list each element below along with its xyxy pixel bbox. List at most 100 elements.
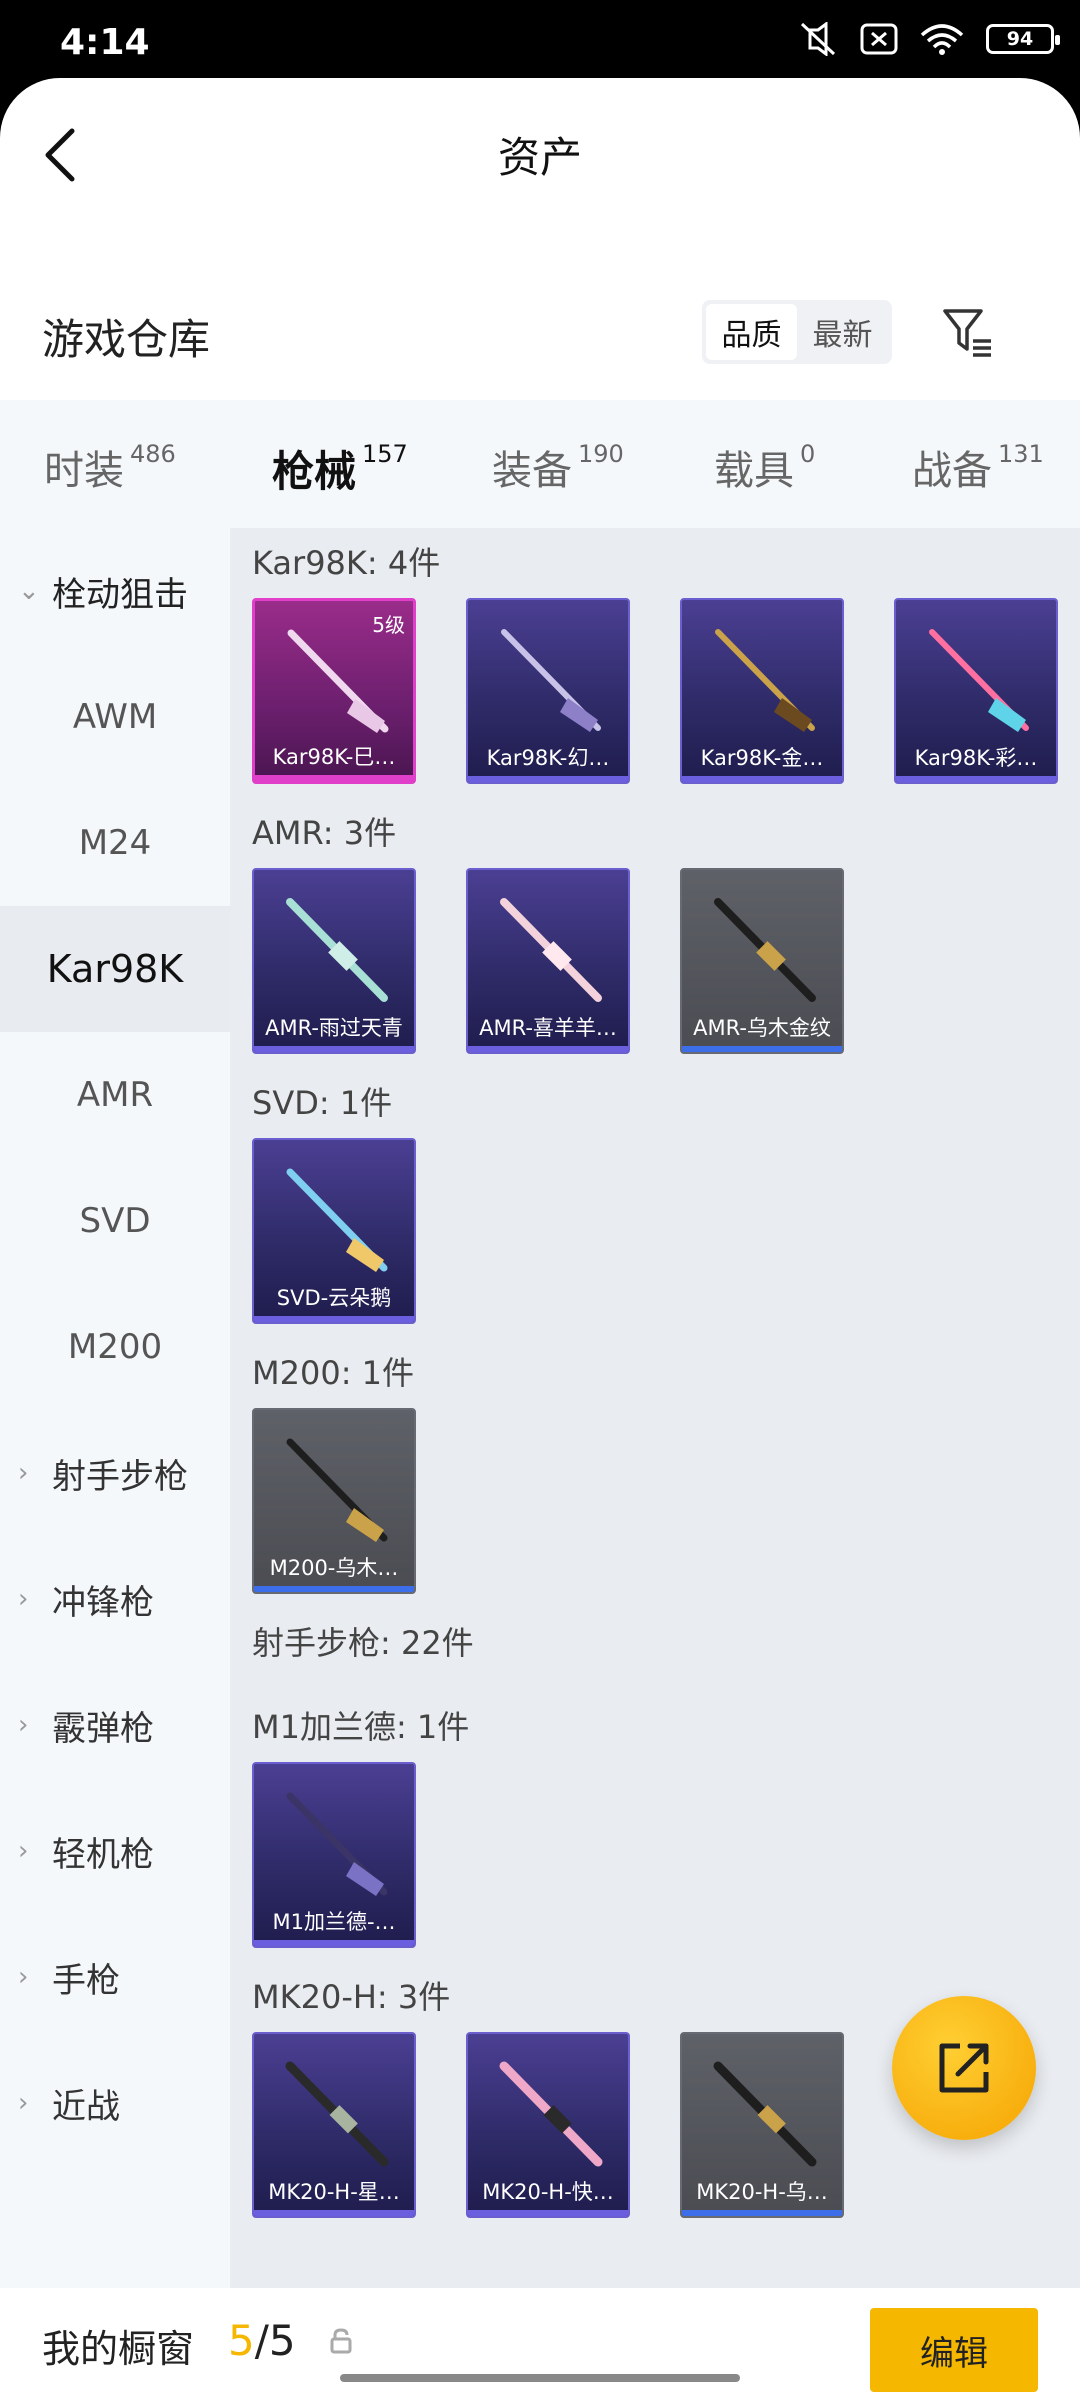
sidebar-item-label: 射手步枪 — [52, 1456, 188, 1497]
sidebar-item-m200[interactable]: M200 — [0, 1284, 230, 1410]
sort-quality-button[interactable]: 品质 — [706, 304, 797, 360]
sidebar-item-label: SVD — [79, 1201, 151, 1241]
tab-label: 装备 — [492, 448, 572, 494]
caret-down-icon: ⌄ — [18, 576, 40, 606]
item-card[interactable]: Kar98K-金… — [680, 598, 844, 784]
sidebar-item-label: AMR — [76, 1075, 154, 1115]
item-card[interactable]: MK20-H-乌… — [680, 2032, 844, 2218]
warehouse-title: 游戏仓库 — [42, 315, 211, 364]
sidebar-item-label: 轻机枪 — [52, 1834, 154, 1875]
item-name: AMR-雨过天青 — [265, 1016, 403, 1040]
tab-equipment[interactable]: 装备 190 — [492, 438, 624, 496]
rifle-image — [286, 1438, 388, 1542]
filter-button[interactable] — [938, 300, 998, 364]
item-card[interactable]: Kar98K-彩… — [894, 598, 1058, 784]
item-card[interactable]: AMR-喜羊羊… — [466, 868, 630, 1054]
rarity-stripe — [682, 1046, 842, 1052]
tab-vehicles[interactable]: 载具 0 — [714, 438, 815, 496]
item-card[interactable]: SVD-云朵鹅 — [252, 1138, 416, 1324]
rifle-image — [285, 2061, 389, 2167]
rarity-stripe — [468, 1046, 628, 1052]
tab-count: 157 — [362, 440, 408, 468]
tab-label: 战备 — [912, 448, 992, 494]
item-card[interactable]: 5级 Kar98K-巳… — [252, 598, 416, 784]
sidebar-item-label: 霰弹枪 — [52, 1708, 154, 1749]
home-indicator[interactable] — [340, 2374, 740, 2382]
sort-newest-button[interactable]: 最新 — [797, 304, 888, 360]
sidebar-item-m24[interactable]: M24 — [0, 780, 230, 906]
sidebar-item-label: 手枪 — [52, 1960, 120, 2001]
edit-button[interactable]: 编辑 — [870, 2308, 1038, 2392]
share-icon — [939, 2043, 989, 2093]
sidebar-item-label: 栓动狙击 — [52, 574, 188, 615]
group-label-m200: M200: 1件 — [252, 1354, 415, 1392]
rarity-stripe — [254, 1046, 414, 1052]
item-card[interactable]: AMR-乌木金纹 — [680, 868, 844, 1054]
battery-level: 94 — [1006, 28, 1034, 50]
item-name: Kar98K-幻… — [486, 746, 610, 770]
caret-right-icon: › — [18, 1962, 29, 1992]
sidebar-item-melee[interactable]: › 近战 — [0, 2040, 230, 2166]
status-time: 4:14 — [60, 22, 150, 63]
item-card[interactable]: AMR-雨过天青 — [252, 868, 416, 1054]
tab-fashion[interactable]: 时装 486 — [44, 438, 176, 496]
sidebar-item-smg[interactable]: › 冲锋枪 — [0, 1536, 230, 1662]
sidebar-item-label: Kar98K — [46, 947, 184, 991]
caret-right-icon: › — [18, 2088, 29, 2118]
weapon-category-sidebar: ⌄ 栓动狙击 AWM M24 Kar98K AMR SVD M200 › 射手步… — [0, 528, 230, 2288]
rarity-stripe — [254, 1316, 414, 1322]
showcase-label: 我的橱窗 — [42, 2327, 195, 2371]
item-card[interactable]: M200-乌木… — [252, 1408, 416, 1594]
rifle-image — [501, 629, 601, 732]
rarity-stripe — [254, 2210, 414, 2216]
rifle-image — [714, 898, 816, 1002]
sidebar-item-bolt-action[interactable]: ⌄ 栓动狙击 — [0, 528, 230, 654]
sidebar-item-amr[interactable]: AMR — [0, 1032, 230, 1158]
mute-icon — [800, 22, 836, 56]
sidebar-item-marksman-rifles[interactable]: › 射手步枪 — [0, 1410, 230, 1536]
tab-firearms[interactable]: 枪械 157 — [272, 438, 408, 499]
tab-count: 190 — [578, 440, 624, 468]
rifle-image — [713, 2061, 817, 2167]
group-label-marksman: 射手步枪: 22件 — [252, 1624, 474, 1662]
sidebar-item-label: M24 — [78, 823, 152, 863]
sidebar-item-pistols[interactable]: › 手枪 — [0, 1914, 230, 2040]
item-card[interactable]: MK20-H-星… — [252, 2032, 416, 2218]
item-name: MK20-H-乌… — [696, 2180, 828, 2204]
caret-right-icon: › — [18, 1458, 29, 1488]
group-label-mk20: MK20-H: 3件 — [252, 1978, 451, 2016]
sidebar-item-shotguns[interactable]: › 霰弹枪 — [0, 1662, 230, 1788]
item-card[interactable]: M1加兰德-… — [252, 1762, 416, 1948]
item-name: MK20-H-快… — [482, 2180, 614, 2204]
rifle-image — [500, 898, 602, 1002]
no-sim-icon — [860, 23, 898, 55]
group-label-m1: M1加兰德: 1件 — [252, 1708, 470, 1746]
item-name: Kar98K-金… — [700, 746, 824, 770]
item-name: AMR-喜羊羊… — [479, 1016, 617, 1040]
sidebar-item-kar98k[interactable]: Kar98K — [0, 906, 230, 1032]
share-fab[interactable] — [892, 1996, 1036, 2140]
page-title: 资产 — [497, 133, 582, 182]
lock-icon — [330, 2328, 352, 2354]
item-name: AMR-乌木金纹 — [693, 1016, 831, 1040]
filter-icon — [943, 309, 991, 357]
sidebar-item-awm[interactable]: AWM — [0, 654, 230, 780]
caret-right-icon: › — [18, 1836, 29, 1866]
sidebar-item-svd[interactable]: SVD — [0, 1158, 230, 1284]
rifle-image — [286, 898, 388, 1002]
rifle-image — [287, 629, 389, 733]
status-bar: 4:14 94 — [0, 0, 1080, 80]
tab-label: 时装 — [44, 448, 124, 494]
tab-supplies[interactable]: 战备 131 — [912, 438, 1044, 496]
tab-count: 131 — [998, 440, 1044, 468]
item-card[interactable]: MK20-H-快… — [466, 2032, 630, 2218]
rarity-stripe — [255, 775, 413, 781]
tab-label: 枪械 — [272, 447, 357, 496]
rarity-stripe — [682, 2210, 842, 2216]
sidebar-item-label: M200 — [67, 1327, 163, 1367]
item-card[interactable]: Kar98K-幻… — [466, 598, 630, 784]
sidebar-item-lmg[interactable]: › 轻机枪 — [0, 1788, 230, 1914]
item-name: M1加兰德-… — [272, 1910, 396, 1934]
rarity-stripe — [254, 1586, 414, 1592]
item-name: MK20-H-星… — [268, 2180, 400, 2204]
